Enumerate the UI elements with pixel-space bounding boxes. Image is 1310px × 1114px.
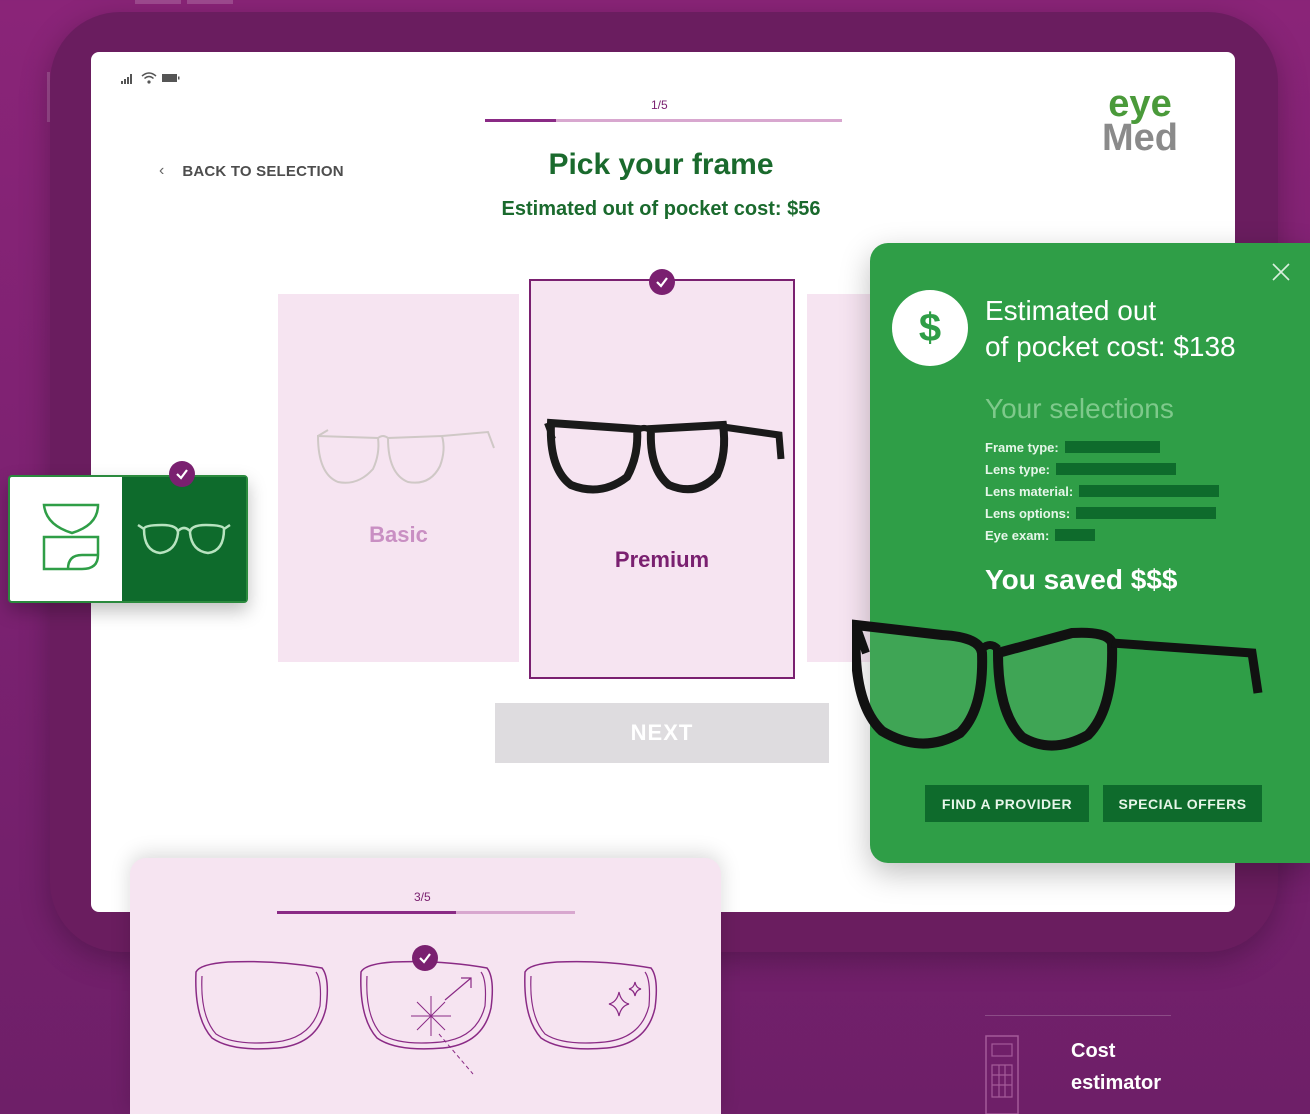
estimated-cost: Estimated out of pocket cost: $56: [501, 198, 821, 220]
selection-item: Lens type:: [985, 458, 1219, 480]
selection-label: Lens options:: [985, 505, 1071, 521]
selections-title: Your selections: [985, 393, 1174, 424]
premium-frame-image: [544, 418, 785, 494]
panel-heading-line1: Estimated out: [985, 295, 1157, 326]
toggle-option-contacts[interactable]: [10, 477, 122, 601]
back-to-selection-button[interactable]: ‹ BACK TO SELECTION: [159, 162, 344, 180]
redacted-value: [1056, 463, 1177, 475]
redacted-value: [1076, 507, 1217, 519]
contact-lens-icon: [42, 503, 100, 571]
eyemed-logo: eye Med: [1102, 86, 1178, 156]
product-type-toggle[interactable]: [8, 461, 248, 603]
lens-progress-bar: [277, 911, 575, 914]
panel-heading: Estimated out of pocket cost: $138: [985, 293, 1295, 365]
progress-fill: [485, 119, 557, 122]
selection-label: Frame type:: [985, 439, 1059, 455]
signal-icon: [121, 74, 132, 84]
estimator-divider: [985, 1015, 1171, 1016]
logo-text-bottom: Med: [1102, 117, 1178, 156]
special-offers-button[interactable]: SPECIAL OFFERS: [1103, 785, 1262, 822]
find-provider-button[interactable]: FIND A PROVIDER: [925, 785, 1089, 822]
close-icon[interactable]: [1270, 261, 1292, 283]
frame-option-premium[interactable]: Premium: [529, 279, 795, 679]
back-label: BACK TO SELECTION: [182, 162, 344, 180]
lens-option-coated[interactable]: [353, 958, 499, 1088]
selection-label: Lens type:: [985, 461, 1051, 477]
panel-heading-line2: of pocket cost: $138: [985, 331, 1236, 362]
toggle-check-icon: [169, 461, 195, 487]
selection-item: Eye exam:: [985, 524, 1219, 546]
cost-estimate-panel: $ Estimated out of pocket cost: $138 You…: [852, 243, 1310, 863]
lens-check-icon: [412, 945, 438, 971]
status-bar: [121, 72, 181, 84]
redacted-value: [1055, 529, 1096, 541]
top-decoration: [135, 0, 233, 4]
redacted-value: [1064, 441, 1160, 453]
page-title: Pick your frame: [548, 148, 774, 181]
battery-icon: [162, 74, 180, 82]
lens-progress-label: 3/5: [414, 890, 431, 904]
redacted-value: [1079, 485, 1220, 497]
glasses-icon: [137, 523, 231, 555]
frame-label-basic: Basic: [369, 522, 428, 547]
savings-text: You saved $$$: [985, 564, 1178, 595]
basic-frame-image: [316, 429, 495, 484]
next-button[interactable]: NEXT: [495, 703, 829, 763]
selection-label: Eye exam:: [985, 527, 1050, 543]
selection-item: Lens options:: [985, 502, 1219, 524]
dollar-icon: $: [892, 290, 968, 366]
estimator-label-line2: estimator: [1071, 1072, 1162, 1094]
selection-item: Lens material:: [985, 480, 1220, 502]
lens-selection-card: 3/5: [130, 858, 721, 1114]
selection-item: Frame type:: [985, 436, 1219, 458]
lens-progress-fill: [277, 911, 456, 914]
progress-label: 1/5: [651, 98, 668, 112]
toggle-option-glasses[interactable]: [122, 477, 246, 601]
calculator-icon: [985, 1035, 1019, 1114]
wifi-icon: [141, 72, 157, 84]
estimator-label: Cost estimator: [1071, 1035, 1191, 1099]
selected-frame-image: [852, 619, 1263, 751]
lens-option-standard[interactable]: [188, 958, 334, 1054]
frame-label-premium: Premium: [614, 547, 710, 572]
progress-bar: [485, 119, 842, 122]
selections-list: Frame type: Lens type: Lens material: Le…: [985, 436, 1220, 546]
lens-option-sparkle[interactable]: [517, 958, 663, 1054]
frame-option-basic[interactable]: Basic: [278, 294, 519, 662]
chevron-left-icon: ‹: [159, 162, 165, 179]
estimator-label-line1: Cost: [1071, 1040, 1116, 1062]
selected-check-icon: [649, 269, 675, 295]
selection-label: Lens material:: [985, 483, 1074, 499]
